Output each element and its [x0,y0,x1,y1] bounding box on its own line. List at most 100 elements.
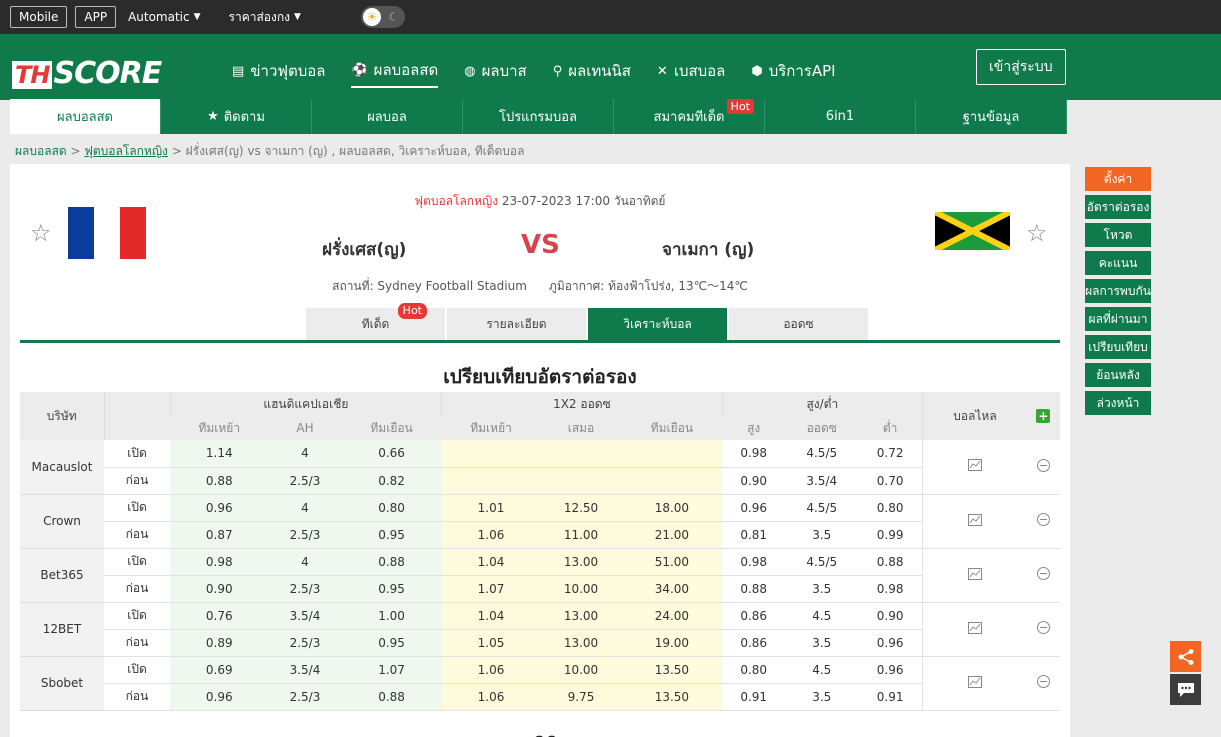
odds-cell[interactable]: 0.69 [170,656,269,684]
live-odds-chart-button[interactable] [922,440,1027,495]
odds-cell[interactable]: 0.88 [722,575,786,603]
subnav-database[interactable]: ฐานข้อมูล [916,99,1067,134]
odds-cell[interactable]: 0.80 [341,494,442,522]
odds-cell[interactable] [621,467,723,495]
remove-row-button[interactable] [1026,602,1060,657]
subnav-6in1[interactable]: 6in1 [765,99,916,134]
odds-cell[interactable]: 4.5/5 [785,440,859,468]
subnav-tips[interactable]: สมาคมทีเด็ด Hot [614,99,765,134]
odds-cell[interactable]: 0.89 [170,629,269,657]
home-team-name[interactable]: ฝรั่งเศส(ญ) [322,236,406,263]
odds-cell[interactable]: 21.00 [621,521,723,549]
odds-cell[interactable]: 0.88 [341,548,442,576]
league-name[interactable]: ฟุตบอลโลกหญิง [415,194,499,208]
odds-cell[interactable] [540,440,622,468]
odds-cell[interactable]: 2.5/3 [268,521,342,549]
remove-row-button[interactable] [1026,494,1060,549]
odds-cell[interactable]: 0.95 [341,575,442,603]
odds-cell[interactable]: 0.98 [722,440,786,468]
company-name[interactable]: Crown [20,494,104,549]
odds-cell[interactable]: 0.72 [858,440,923,468]
odds-cell[interactable]: 1.06 [441,683,541,711]
nav-tennis[interactable]: ⚲ ผลเทนนิส [553,58,631,88]
side-menu-item[interactable]: คะแนน [1085,251,1151,275]
odds-cell[interactable]: 0.96 [722,494,786,522]
tab-details[interactable]: รายละเอียด [447,308,586,341]
odds-cell[interactable]: 13.00 [540,602,622,630]
odds-cell[interactable]: 0.87 [170,521,269,549]
odds-cell[interactable]: 1.06 [441,656,541,684]
odds-cell[interactable] [441,440,541,468]
side-menu-item[interactable]: ล่วงหน้า [1085,391,1151,415]
odds-cell[interactable]: 4.5 [785,656,859,684]
odds-cell[interactable] [540,467,622,495]
odds-cell[interactable]: 11.00 [540,521,622,549]
odds-cell[interactable]: 10.00 [540,575,622,603]
odds-cell[interactable]: 1.07 [441,575,541,603]
odds-cell[interactable]: 0.98 [858,575,923,603]
odds-cell[interactable]: 0.88 [341,683,442,711]
tab-analysis[interactable]: วิเคราะห์บอล [588,308,727,341]
odds-cell[interactable]: 0.91 [858,683,923,711]
favorite-home-star-icon[interactable]: ☆ [30,219,52,247]
side-menu-item[interactable]: ย้อนหลัง [1085,363,1151,387]
odds-cell[interactable]: 3.5/4 [268,602,342,630]
odds-cell[interactable]: 0.96 [170,494,269,522]
price-dropdown[interactable]: ราคาส่องกง ▼ [229,8,301,27]
plus-icon[interactable]: + [1036,409,1051,423]
odds-cell[interactable]: 1.14 [170,440,269,468]
subnav-results[interactable]: ผลบอล [312,99,463,134]
company-name[interactable]: Bet365 [20,548,104,603]
odds-cell[interactable] [621,440,723,468]
odds-cell[interactable]: 0.98 [722,548,786,576]
subnav-live[interactable]: ผลบอลสด [10,99,161,134]
side-menu-item[interactable]: เปรียบเทียบ [1085,335,1151,359]
odds-cell[interactable]: 2.5/3 [268,575,342,603]
company-name[interactable]: Sbobet [20,656,104,711]
odds-cell[interactable]: 0.66 [341,440,442,468]
side-menu-item[interactable]: ตั้งค่า [1085,167,1151,191]
odds-cell[interactable]: 9.75 [540,683,622,711]
odds-format-dropdown[interactable]: Automatic ▼ [128,10,200,24]
odds-cell[interactable]: 0.82 [341,467,442,495]
odds-cell[interactable]: 0.70 [858,467,923,495]
odds-cell[interactable]: 2.5/3 [268,629,342,657]
odds-cell[interactable]: 0.86 [722,602,786,630]
nav-baseball[interactable]: ✕ เบสบอล [657,58,725,88]
breadcrumb-home[interactable]: ผลบอลสด [15,144,67,158]
chat-button[interactable] [1170,674,1201,705]
odds-cell[interactable]: 19.00 [621,629,723,657]
odds-cell[interactable]: 0.98 [170,548,269,576]
live-odds-chart-button[interactable] [922,602,1027,657]
odds-cell[interactable]: 0.91 [722,683,786,711]
odds-cell[interactable]: 4 [268,494,342,522]
odds-cell[interactable]: 4.5 [785,602,859,630]
nav-api[interactable]: ⬢ บริการAPI [751,58,835,88]
odds-cell[interactable]: 0.80 [722,656,786,684]
odds-cell[interactable]: 1.07 [341,656,442,684]
live-odds-chart-button[interactable] [922,656,1027,711]
nav-news[interactable]: ▤ ข่าวฟุตบอล [232,58,325,88]
app-button[interactable]: APP [75,6,117,28]
live-odds-chart-button[interactable] [922,548,1027,603]
odds-cell[interactable]: 1.04 [441,602,541,630]
odds-cell[interactable]: 1.05 [441,629,541,657]
side-menu-item[interactable]: ผลการพบกัน [1085,279,1151,303]
nav-live-score[interactable]: ⚽ ผลบอลสด [351,58,439,88]
odds-cell[interactable] [441,467,541,495]
odds-cell[interactable]: 10.00 [540,656,622,684]
odds-cell[interactable]: 0.90 [170,575,269,603]
moon-icon[interactable]: ☾ [385,8,403,26]
odds-cell[interactable]: 3.5 [785,521,859,549]
odds-cell[interactable]: 34.00 [621,575,723,603]
live-odds-chart-button[interactable] [922,494,1027,549]
company-name[interactable]: 12BET [20,602,104,657]
odds-cell[interactable]: 0.86 [722,629,786,657]
odds-cell[interactable]: 4.5/5 [785,494,859,522]
company-name[interactable]: Macauslot [20,440,104,495]
odds-cell[interactable]: 0.99 [858,521,923,549]
odds-cell[interactable]: 4 [268,440,342,468]
odds-cell[interactable]: 3.5/4 [785,467,859,495]
odds-cell[interactable]: 0.80 [858,494,923,522]
odds-cell[interactable]: 0.95 [341,521,442,549]
